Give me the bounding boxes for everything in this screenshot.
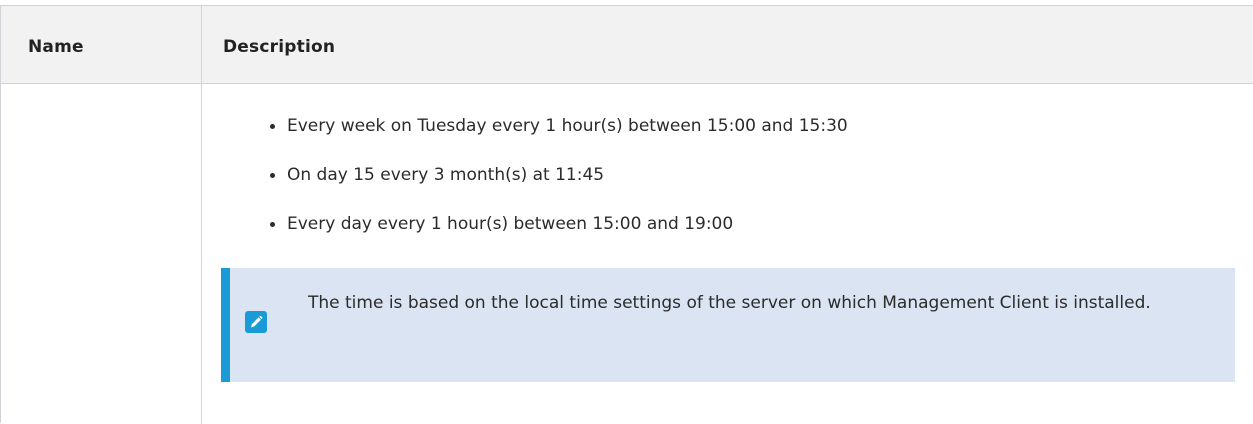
column-header-name: Name bbox=[28, 37, 84, 57]
list-item-text: Every day every 1 hour(s) between 15:00 … bbox=[287, 214, 734, 234]
column-divider bbox=[201, 6, 202, 424]
list-item-text: Every week on Tuesday every 1 hour(s) be… bbox=[287, 116, 848, 136]
bullet-dot bbox=[270, 222, 275, 227]
list-item: Every week on Tuesday every 1 hour(s) be… bbox=[270, 115, 848, 137]
list-item: On day 15 every 3 month(s) at 11:45 bbox=[270, 164, 848, 186]
table-header-row: Name Description bbox=[1, 6, 1253, 84]
pencil-icon bbox=[245, 311, 267, 333]
list-item-text: On day 15 every 3 month(s) at 11:45 bbox=[287, 165, 605, 185]
note-callout: The time is based on the local time sett… bbox=[221, 268, 1235, 382]
list-item: Every day every 1 hour(s) between 15:00 … bbox=[270, 213, 848, 235]
note-text: The time is based on the local time sett… bbox=[308, 293, 1151, 313]
bullet-dot bbox=[270, 173, 275, 178]
bullet-dot bbox=[270, 124, 275, 129]
column-header-description: Description bbox=[223, 37, 336, 57]
schedule-examples-list: Every week on Tuesday every 1 hour(s) be… bbox=[270, 115, 848, 262]
